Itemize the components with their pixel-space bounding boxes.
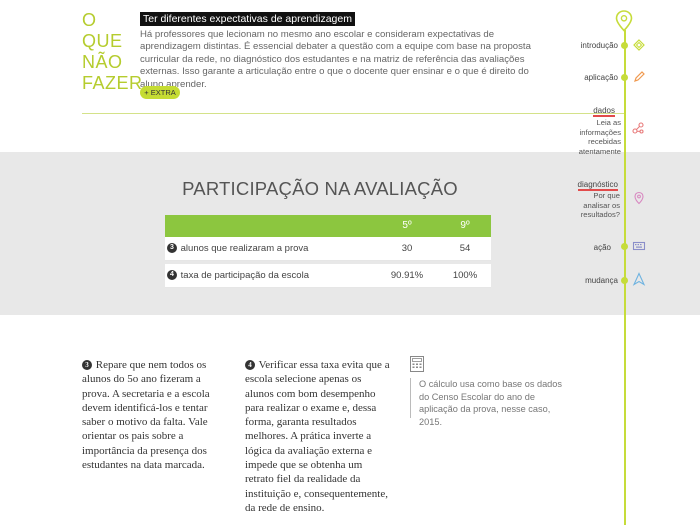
- timeline-dot: [621, 277, 628, 284]
- note-number-badge: 3: [82, 360, 92, 371]
- table-row: 3 alunos que realizaram a prova 30 54: [165, 237, 491, 261]
- row-label-text: taxa de participação da escola: [180, 270, 309, 281]
- table-header: 5º 9º: [165, 215, 491, 237]
- nav-sub-diagnostico: Por que analisar os resultados?: [581, 191, 620, 220]
- nav-item-label: diagnóstico: [577, 180, 618, 191]
- location-pin-icon: [615, 10, 633, 32]
- side-note-bar: [410, 378, 411, 418]
- participation-table: 5º 9º 3 alunos que realizaram a prova 30…: [165, 215, 491, 288]
- note-4: 4 Verificar essa taxa evita que a escola…: [245, 358, 390, 515]
- table-row: 4 taxa de participação da escola 90.91% …: [165, 264, 491, 288]
- note-3: 3 Repare que nem todos os alunos do 5o a…: [82, 358, 222, 472]
- timeline-dot: [621, 42, 628, 49]
- location-pin-icon[interactable]: [632, 191, 646, 205]
- timeline-dot: [621, 243, 628, 250]
- side-title-line: O QUE: [82, 10, 123, 51]
- cell-9: 54: [459, 243, 471, 254]
- cell-9: 100%: [452, 270, 478, 281]
- nav-item-mudanca[interactable]: mudança: [585, 276, 618, 285]
- calculator-icon: [410, 356, 424, 372]
- tip-body: Há professores que lecionam no mesmo ano…: [140, 29, 531, 90]
- nav-item-aplicacao[interactable]: aplicação: [584, 73, 618, 82]
- note-number-badge: 4: [245, 360, 255, 371]
- divider: [82, 113, 624, 114]
- column-header-9: 9º: [460, 220, 470, 231]
- nav-item-label: dados: [593, 106, 615, 117]
- nav-item-dados[interactable]: dados: [593, 106, 615, 117]
- nav-sub-line: Leia as: [596, 118, 622, 127]
- nav-sub-dados: Leia as informações recebidas atentament…: [579, 118, 621, 156]
- note-3-text: Repare que nem todos os alunos do 5o ano…: [82, 359, 210, 472]
- note-number-badge: 3: [167, 243, 177, 254]
- tip-heading: Ter diferentes expectativas de aprendiza…: [140, 12, 355, 26]
- nav-sub-line: resultados?: [580, 210, 620, 220]
- row-label: 3 alunos que realizaram a prova: [167, 243, 308, 254]
- section-side-title: O QUE NÃO FAZER: [82, 10, 143, 94]
- nav-sub-line: analisar os: [583, 200, 620, 210]
- nav-item-diagnostico[interactable]: diagnóstico: [577, 180, 618, 191]
- nav-sub-line: informações: [579, 127, 621, 137]
- extra-button[interactable]: + EXTRA: [140, 86, 180, 99]
- nodes-icon[interactable]: [631, 121, 645, 135]
- section-title: PARTICIPAÇÃO NA AVALIAÇÃO: [182, 178, 458, 199]
- arrow-up-icon[interactable]: [632, 272, 646, 286]
- note-4-text: Verificar essa taxa evita que a escola s…: [245, 359, 390, 514]
- side-title-line: FAZER: [82, 73, 143, 93]
- row-label: 4 taxa de participação da escola: [167, 270, 309, 281]
- cell-5: 90.91%: [390, 270, 424, 281]
- diamond-icon[interactable]: [632, 38, 646, 52]
- nav-sub-line: atentamente: [578, 146, 621, 156]
- note-number-badge: 4: [167, 270, 177, 281]
- nav-sub-line: Por que: [593, 191, 620, 200]
- nav-item-acao[interactable]: ação: [594, 243, 611, 252]
- keyboard-icon[interactable]: [632, 239, 646, 253]
- nav-sub-line: recebidas: [588, 137, 621, 147]
- nav-item-introducao[interactable]: introdução: [581, 41, 618, 50]
- timeline-dot: [621, 74, 628, 81]
- row-label-text: alunos que realizaram a prova: [180, 243, 309, 254]
- cell-5: 30: [401, 243, 413, 254]
- side-note-text: O cálculo usa como base os dados do Cens…: [419, 379, 562, 427]
- pencil-icon[interactable]: [632, 70, 646, 84]
- side-title-line: NÃO: [82, 52, 123, 72]
- column-header-5: 5º: [402, 220, 412, 231]
